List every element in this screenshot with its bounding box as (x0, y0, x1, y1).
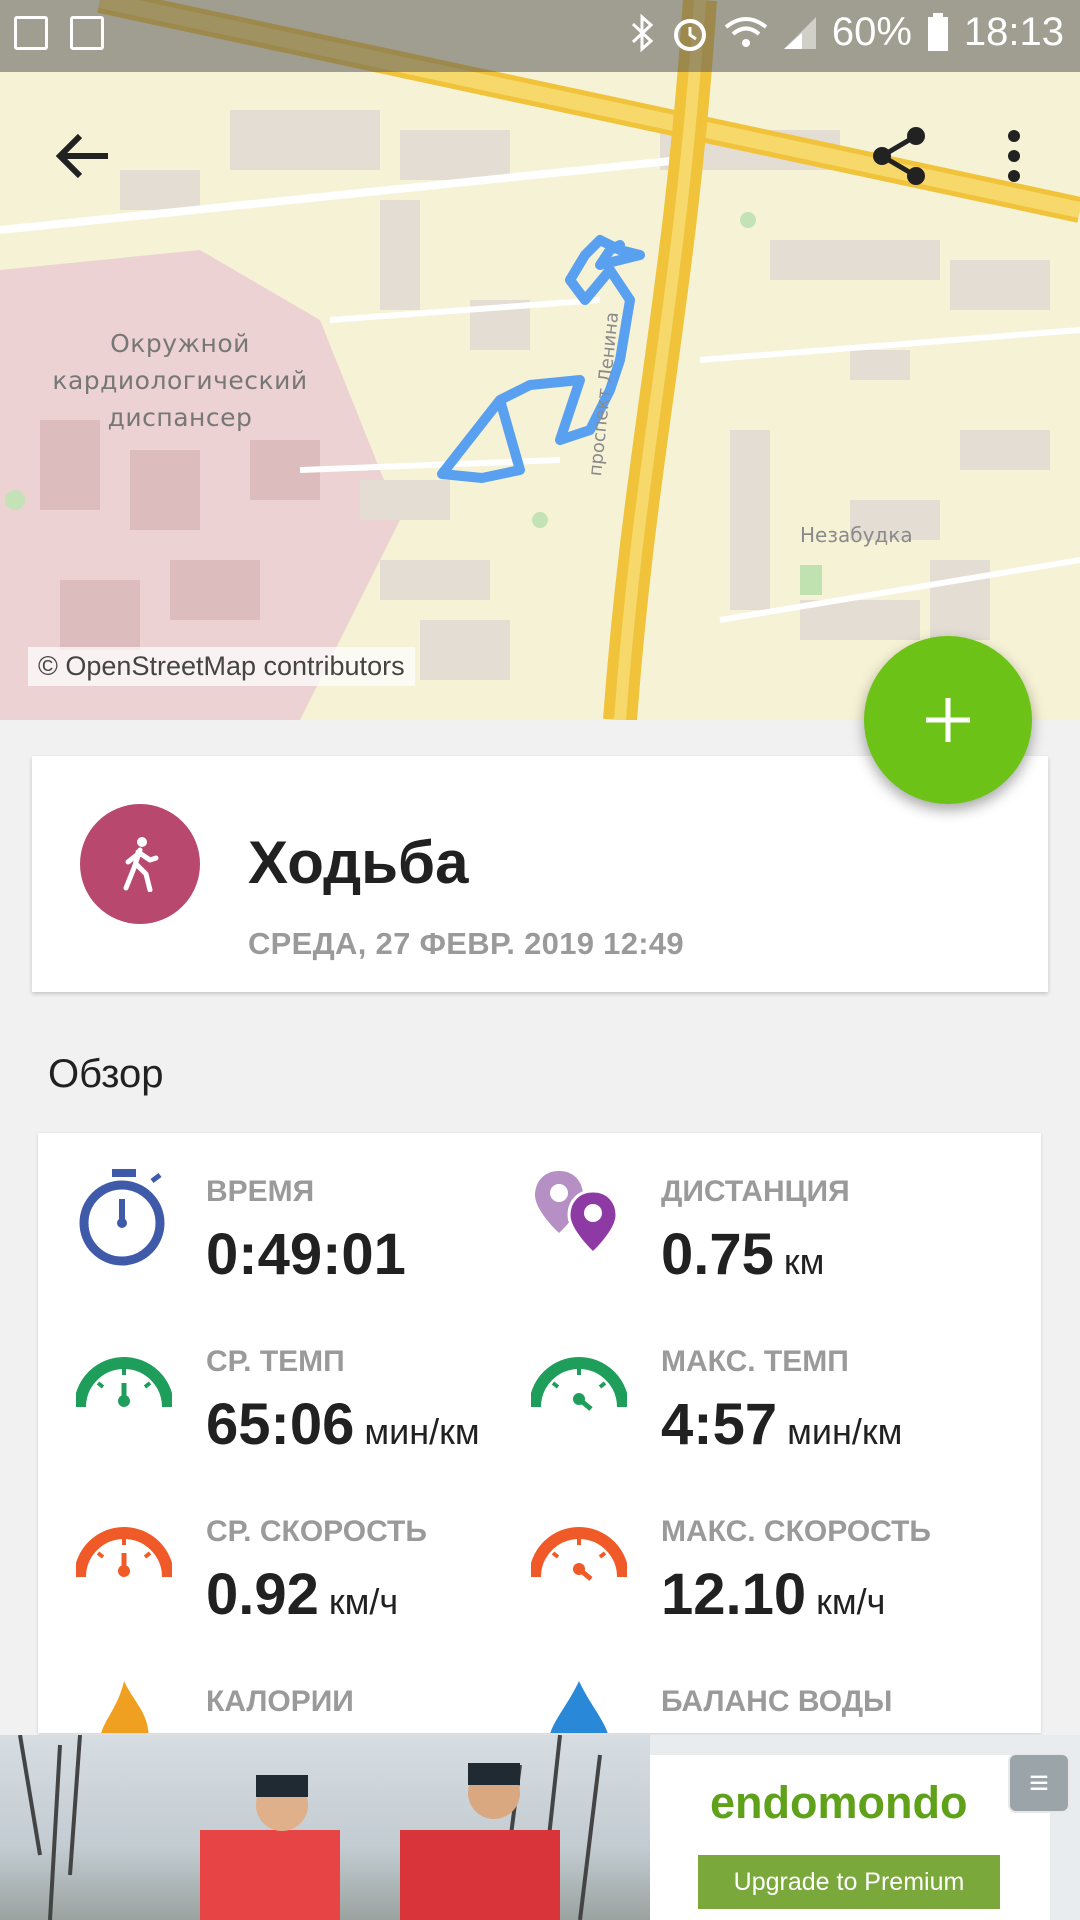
stat-time: ВРЕМЯ 0:49:01 (38, 1133, 508, 1287)
stat-unit: мин/км (787, 1411, 903, 1452)
share-icon (873, 127, 925, 185)
battery-icon (927, 12, 948, 51)
signal-icon (783, 16, 816, 49)
stat-value: 0.92 (206, 1562, 319, 1627)
share-button[interactable] (864, 120, 936, 192)
route-map[interactable]: Окружной кардиологический диспансер Неза… (0, 0, 1080, 720)
speedometer-icon (76, 1357, 172, 1408)
ad-choices-icon[interactable]: ≡ (1008, 1753, 1070, 1813)
clock: 18:13 (963, 10, 1064, 54)
stat-label: МАКС. ТЕМП (661, 1345, 849, 1378)
flame-icon (101, 1681, 149, 1733)
stat-value: 12.10 (661, 1562, 807, 1627)
stat-value: 0:49:01 (206, 1222, 406, 1287)
stat-value: 0.75 (661, 1222, 774, 1287)
alarm-icon (673, 18, 706, 51)
ad-photo (0, 1735, 650, 1920)
bluetooth-icon (631, 13, 654, 52)
ad-runners-illustration (18, 1735, 602, 1920)
status-bar: 60% 18:13 (0, 0, 1080, 72)
add-fab[interactable] (864, 636, 1032, 804)
stat-unit: км/ч (816, 1581, 886, 1622)
stat-label: БАЛАНС ВОДЫ (661, 1685, 893, 1718)
image-icon (70, 16, 104, 50)
stat-label: ДИСТАНЦИЯ (661, 1175, 850, 1208)
workout-title: Ходьба (248, 829, 469, 896)
speedometer-icon (531, 1527, 627, 1581)
stat-label: ВРЕМЯ (206, 1175, 315, 1208)
stat-label: МАКС. СКОРОСТЬ (661, 1515, 931, 1548)
checklist-icon (14, 16, 48, 50)
upgrade-premium-button[interactable]: Upgrade to Premium (698, 1855, 1000, 1909)
stat-water-balance: БАЛАНС ВОДЫ (493, 1643, 963, 1733)
stat-avg-pace: СР. ТЕМП 65:06 мин/км (38, 1303, 508, 1457)
water-drop-icon (550, 1681, 608, 1733)
stat-max-speed: МАКС. СКОРОСТЬ 12.10 км/ч (493, 1473, 963, 1627)
stat-value: 65:06 (206, 1392, 355, 1457)
more-vert-icon (1008, 130, 1020, 182)
stat-distance: ДИСТАНЦИЯ 0.75 км (493, 1133, 963, 1287)
stat-value: 4:57 (661, 1392, 778, 1457)
walking-person-icon (123, 837, 159, 892)
back-arrow-icon (56, 133, 108, 179)
ad-brand-logo: endomondo (710, 1777, 968, 1828)
wifi-icon (724, 16, 768, 47)
map-label-hospital: Окружной кардиологический диспансер (52, 329, 308, 432)
stat-label: КАЛОРИИ (206, 1685, 354, 1718)
location-pins-icon (535, 1171, 619, 1256)
battery-percent: 60% (831, 10, 912, 54)
stat-calories: КАЛОРИИ (38, 1643, 508, 1733)
map-attribution[interactable]: © OpenStreetMap contributors (28, 647, 415, 686)
section-title-overview: Обзор (48, 1052, 164, 1096)
stat-label: СР. ТЕМП (206, 1345, 345, 1378)
stat-unit: км (783, 1241, 825, 1282)
stat-avg-speed: СР. СКОРОСТЬ 0.92 км/ч (38, 1473, 508, 1627)
speedometer-icon (76, 1527, 172, 1578)
ad-banner[interactable]: endomondo Upgrade to Premium ≡ (0, 1735, 1080, 1920)
speedometer-icon (531, 1357, 627, 1411)
workout-date: СРЕДА, 27 ФЕВР. 2019 12:49 (248, 926, 684, 961)
stopwatch-icon (79, 1169, 165, 1266)
back-button[interactable] (48, 120, 120, 192)
plus-icon (926, 698, 970, 742)
stat-max-pace: МАКС. ТЕМП 4:57 мин/км (493, 1303, 963, 1457)
map-label-flower: Незабудка (800, 523, 913, 547)
stat-unit: мин/км (364, 1411, 480, 1452)
stat-label: СР. СКОРОСТЬ (206, 1515, 427, 1548)
workout-summary-card[interactable]: Ходьба СРЕДА, 27 ФЕВР. 2019 12:49 (32, 756, 1048, 992)
more-options-button[interactable] (978, 120, 1050, 192)
ad-side-panel[interactable]: endomondo Upgrade to Premium (650, 1755, 1050, 1920)
stats-card: ВРЕМЯ 0:49:01 ДИСТАНЦИЯ 0.75 км СР. ТЕМП … (38, 1133, 1041, 1733)
stat-unit: км/ч (328, 1581, 399, 1622)
sport-avatar (80, 804, 200, 924)
